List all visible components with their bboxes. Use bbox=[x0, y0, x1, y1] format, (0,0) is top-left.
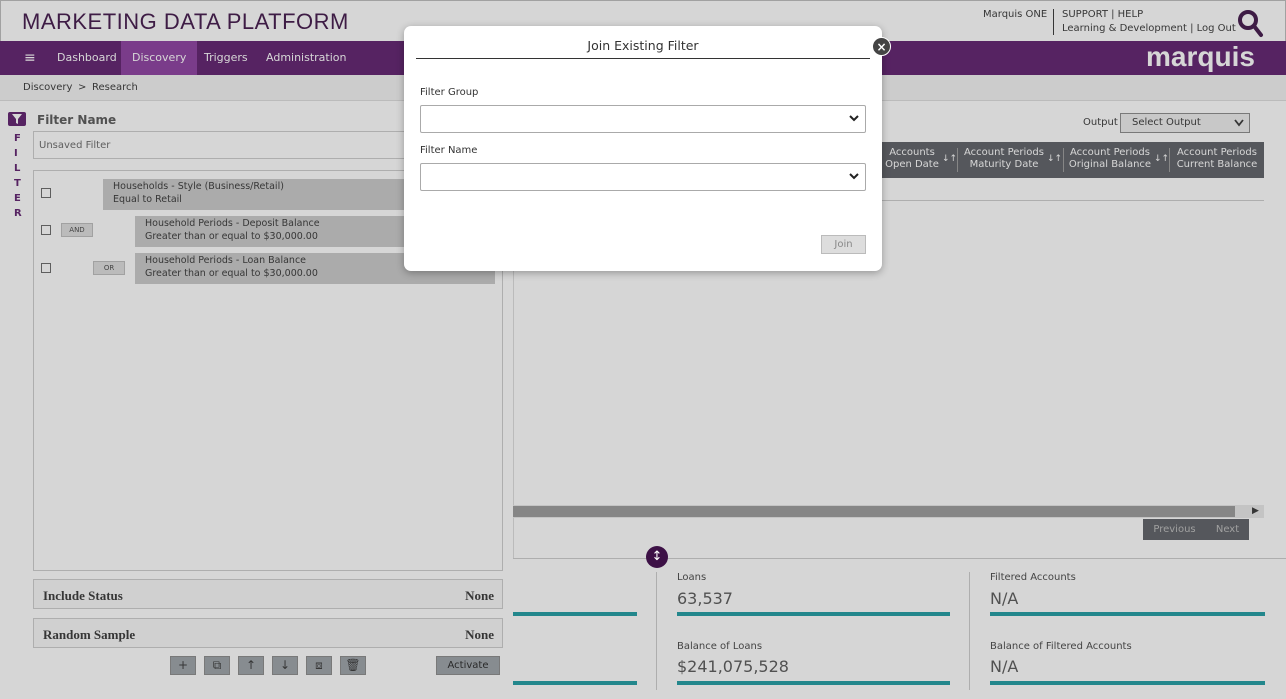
chevron-down-icon bbox=[849, 173, 859, 180]
resize-handle-icon[interactable]: ↕ bbox=[646, 546, 668, 568]
filter-name-select[interactable] bbox=[420, 163, 866, 191]
join-filter-modal: Join Existing Filter Filter Group Filter… bbox=[404, 26, 882, 271]
filter-group-label: Filter Group bbox=[420, 87, 479, 98]
chevron-down-icon bbox=[849, 115, 859, 122]
filter-group-select[interactable] bbox=[420, 105, 866, 133]
filter-name-modal-label: Filter Name bbox=[420, 145, 478, 156]
modal-title: Join Existing Filter bbox=[416, 38, 870, 59]
close-icon[interactable]: × bbox=[872, 37, 891, 56]
join-button[interactable]: Join bbox=[821, 235, 866, 254]
